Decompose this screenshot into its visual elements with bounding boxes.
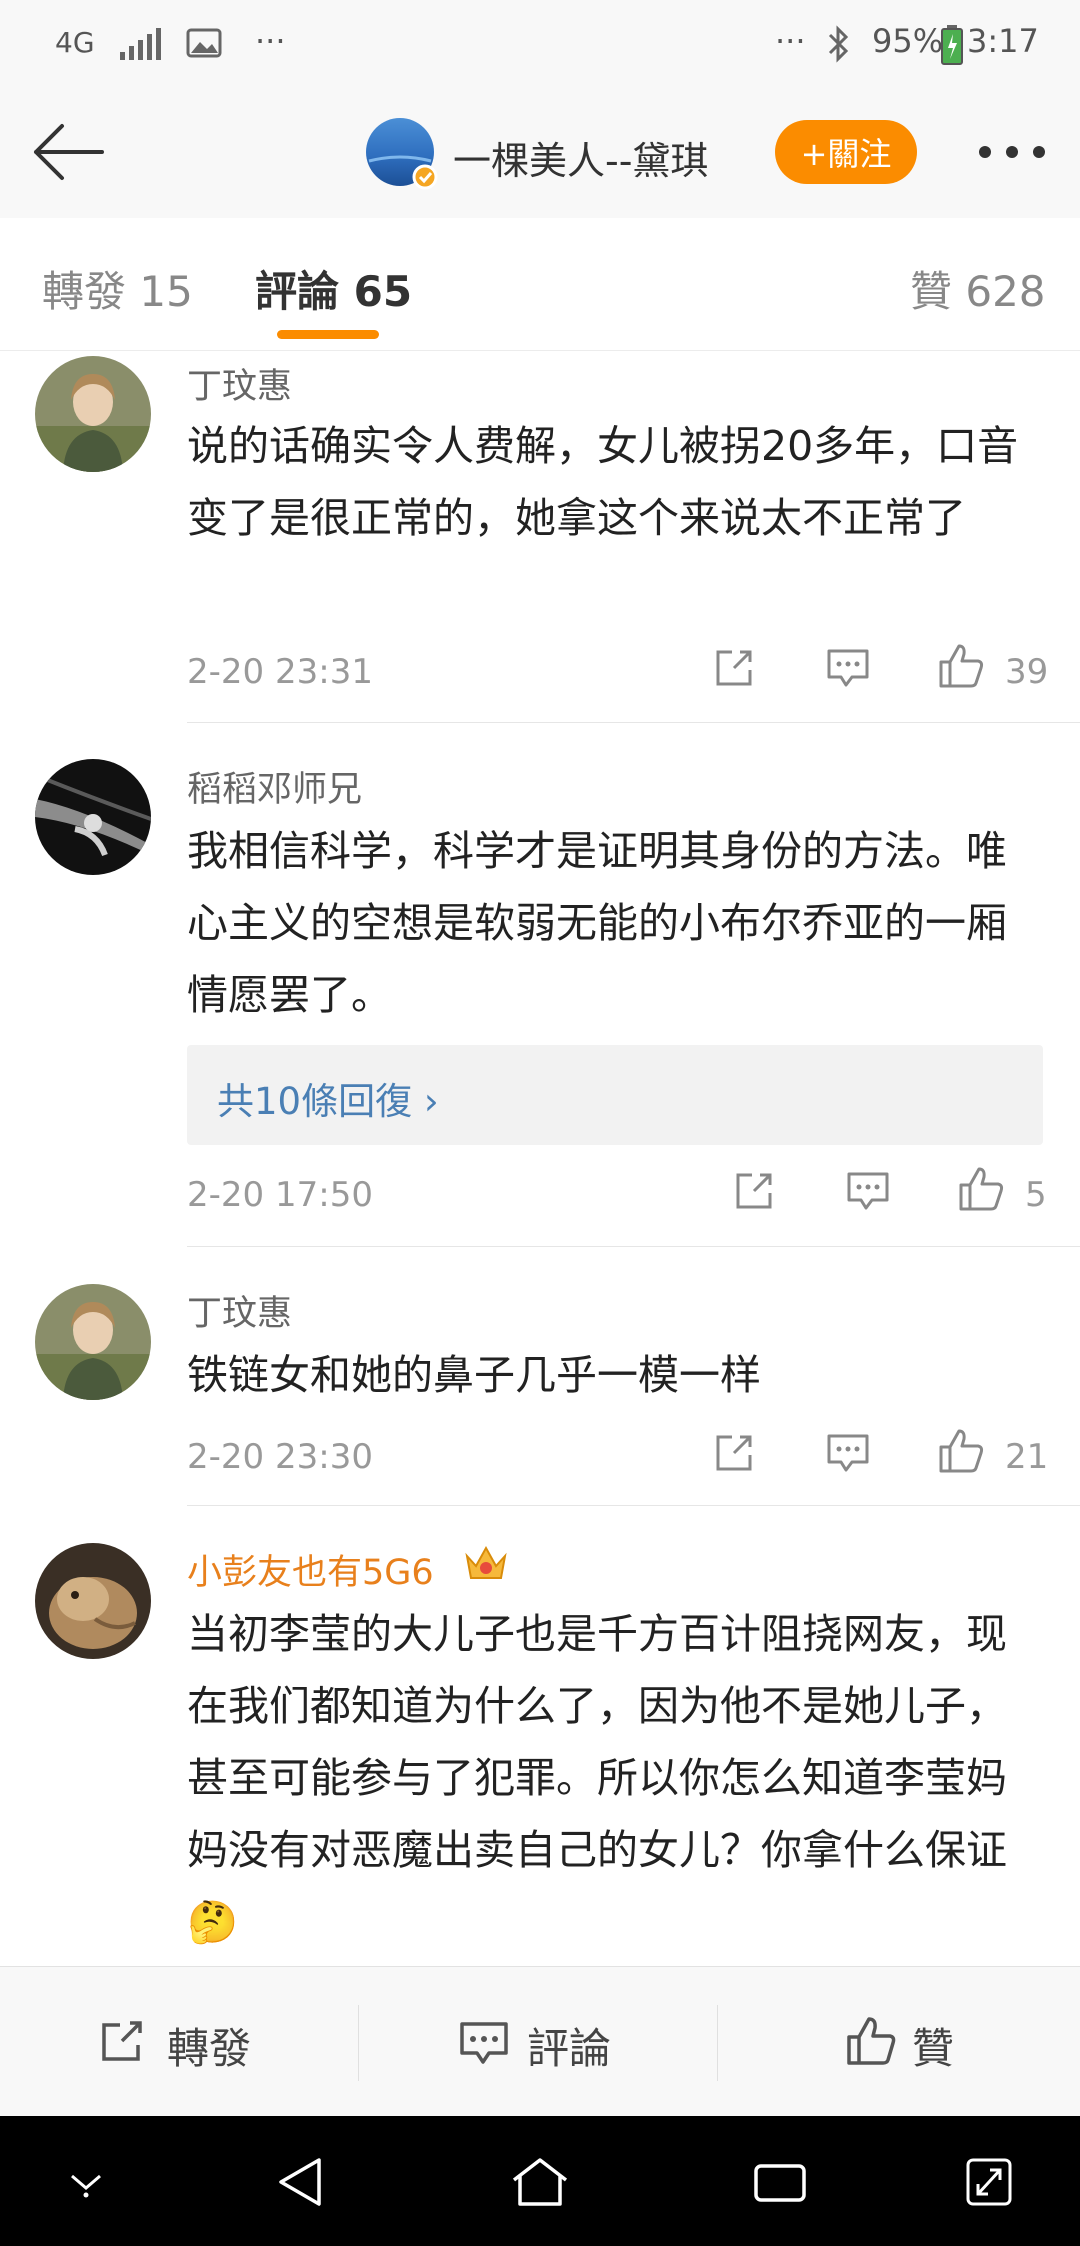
bluetooth-icon [826,24,852,64]
expand-screen-icon[interactable] [964,2156,1014,2208]
avatar[interactable] [35,1284,151,1400]
action-separator [358,2005,359,2081]
tab-bar: 轉發 15 評論 65 贊 628 [0,218,1080,351]
network-indicator: 4G [55,26,95,59]
status-more-right: ··· [775,22,806,60]
comment-text: 当初李莹的大儿子也是千方百计阻挠网友，现在我们都知道为什么了，因为他不是她儿子，… [187,1610,1007,1946]
reply-icon[interactable] [826,1433,870,1475]
comment-button[interactable]: 評論 [527,2015,611,2076]
tab-reposts[interactable]: 轉發 15 [42,258,193,319]
like-count: 21 [1005,1437,1049,1477]
nav-bar: 一棵美人--黛琪 +關注 [0,90,1080,219]
comment-timestamp: 2-20 23:30 [187,1437,373,1477]
battery-icon [940,24,964,66]
clock: 3:17 [967,22,1039,60]
crown-badge-icon [463,1544,509,1584]
view-replies-label: 共10條回復 › [217,1080,439,1123]
status-bar: 4G ··· ··· 95% 3:17 [0,0,1080,90]
comment-item: 稻稻邓师兄 我相信科学，科学才是证明其身份的方法。唯心主义的空想是软弱无能的小布… [0,723,1080,1246]
comment-username[interactable]: 小彭友也有5G6 [187,1544,434,1595]
back-arrow-icon[interactable] [28,120,106,184]
like-icon [845,2015,897,2067]
hide-keyboard-icon[interactable] [66,2168,106,2198]
image-icon [186,28,222,58]
home-icon[interactable] [510,2154,570,2210]
comment-item: 小彭友也有5G6 当初李莹的大儿子也是千方百计阻挠网友，现在我们都知道为什么了，… [0,1506,1080,1966]
comment-text: 我相信科学，科学才是证明其身份的方法。唯心主义的空想是软弱无能的小布尔乔亚的一厢… [187,827,1007,1019]
comment-username[interactable]: 丁玟惠 [187,1285,292,1336]
like-button[interactable]: 贊 [912,2015,954,2076]
like-count: 5 [1025,1175,1047,1215]
repost-button[interactable]: 轉發 [167,2015,251,2076]
reply-icon[interactable] [826,648,870,690]
comment-text: 说的话确实令人费解，女儿被拐20多年，口音变了是很正常的，她拿这个来说太不正常了 [187,422,1019,542]
view-replies-button[interactable]: 共10條回復 › [187,1045,1043,1145]
share-icon[interactable] [732,1169,776,1213]
tab-likes[interactable]: 贊 628 [910,258,1046,319]
reply-icon[interactable] [846,1171,890,1213]
tab-comments[interactable]: 評論 65 [255,258,412,319]
more-options-icon[interactable] [975,140,1049,164]
comment-timestamp: 2-20 17:50 [187,1175,373,1215]
share-icon[interactable] [712,1431,756,1475]
comment-item: 丁玟惠 铁链女和她的鼻子几乎一模一样 2-20 23:30 21 [0,1247,1080,1505]
author-avatar[interactable] [365,117,439,191]
back-icon[interactable] [275,2154,325,2210]
battery-percent: 95% [872,22,944,60]
bottom-action-bar: 轉發 評論 贊 [0,1966,1080,2117]
recent-apps-icon[interactable] [752,2160,808,2206]
active-tab-indicator [277,330,379,339]
comment-username[interactable]: 丁玟惠 [187,358,292,409]
comment-text: 铁链女和她的鼻子几乎一模一样 [187,1351,761,1399]
follow-button[interactable]: +關注 [775,120,917,184]
repost-icon [98,2019,148,2065]
system-nav-bar [0,2116,1080,2246]
comment-icon [459,2021,509,2067]
avatar[interactable] [35,759,151,875]
like-count: 39 [1005,652,1049,692]
signal-icon [118,26,162,62]
share-icon[interactable] [712,646,756,690]
comment-username[interactable]: 稻稻邓师兄 [187,761,362,812]
like-icon[interactable] [957,1165,1005,1213]
like-icon[interactable] [937,642,985,690]
comment-timestamp: 2-20 23:31 [187,652,373,692]
status-more-left: ··· [255,22,286,60]
like-icon[interactable] [937,1427,985,1475]
comment-item: 丁玟惠 说的话确实令人费解，女儿被拐20多年，口音变了是很正常的，她拿这个来说太… [0,350,1080,722]
avatar[interactable] [35,356,151,472]
avatar[interactable] [35,1543,151,1659]
action-separator [717,2005,718,2081]
page-title: 一棵美人--黛琪 [453,139,709,183]
